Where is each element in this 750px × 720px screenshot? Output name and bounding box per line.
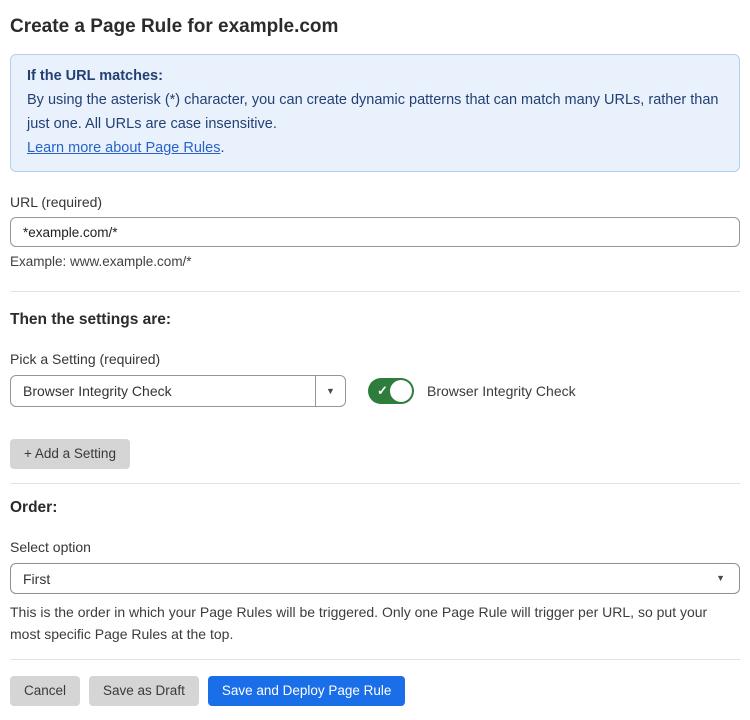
setting-dropdown-value: Browser Integrity Check [11,376,315,406]
order-select-label: Select option [10,539,740,555]
toggle-label: Browser Integrity Check [427,383,576,399]
toggle-knob [390,380,412,402]
footer-actions: Cancel Save as Draft Save and Deploy Pag… [10,676,740,706]
cancel-button[interactable]: Cancel [10,676,80,706]
caret-down-icon: ▼ [716,574,725,583]
link-period: . [220,140,224,156]
setting-dropdown-arrow-button[interactable]: ▼ [315,376,345,406]
check-icon: ✓ [377,384,388,397]
info-box-body: By using the asterisk (*) character, you… [27,88,723,136]
setting-row: Browser Integrity Check ▼ ✓ Browser Inte… [10,375,740,407]
page-rule-form: Create a Page Rule for example.com If th… [0,0,750,706]
url-field-label: URL (required) [10,194,740,210]
caret-down-icon: ▼ [326,387,335,396]
learn-more-link[interactable]: Learn more about Page Rules [27,140,220,156]
save-and-deploy-button[interactable]: Save and Deploy Page Rule [208,676,406,706]
setting-picker-label: Pick a Setting (required) [10,351,740,367]
setting-dropdown[interactable]: Browser Integrity Check ▼ [10,375,346,407]
url-input[interactable] [10,217,740,247]
section-divider [10,659,740,660]
url-field-helper: Example: www.example.com/* [10,254,740,269]
add-setting-button[interactable]: + Add a Setting [10,439,130,469]
order-section-heading: Order: [10,499,740,517]
settings-section-heading: Then the settings are: [10,311,740,329]
browser-integrity-check-toggle[interactable]: ✓ [368,378,414,404]
url-match-info-box: If the URL matches: By using the asteris… [10,54,740,172]
order-select[interactable]: First ▼ [10,563,740,594]
info-box-heading: If the URL matches: [27,64,723,88]
info-box-link-line: Learn more about Page Rules. [27,136,723,160]
order-select-value: First [11,571,716,587]
page-title: Create a Page Rule for example.com [10,14,740,40]
order-helper-text: This is the order in which your Page Rul… [10,602,740,645]
section-divider [10,291,740,292]
section-divider [10,483,740,484]
save-as-draft-button[interactable]: Save as Draft [89,676,199,706]
